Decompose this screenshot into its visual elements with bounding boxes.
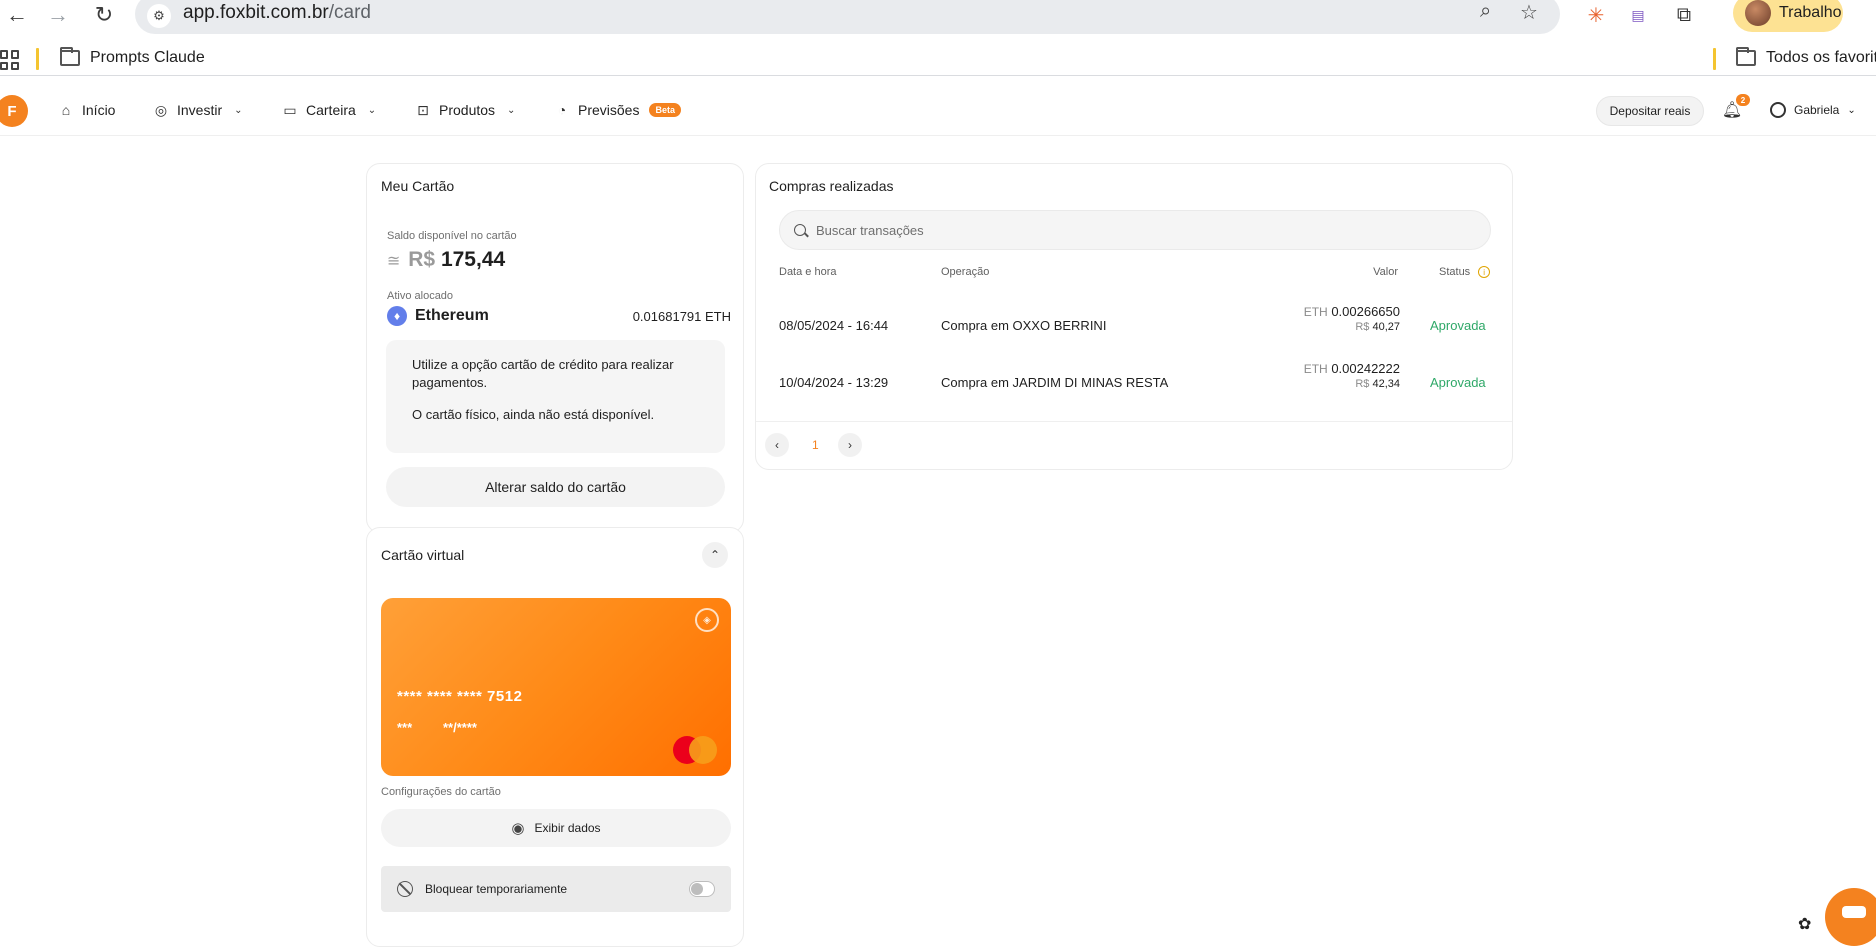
prev-page-icon[interactable]: ‹: [765, 433, 789, 457]
url-text[interactable]: app.foxbit.com.br/card: [183, 2, 371, 24]
cookie-settings-icon[interactable]: ✿: [1798, 914, 1811, 934]
ethereum-icon: ♦: [387, 306, 407, 326]
info-physical-text: O cartão físico, ainda não está disponív…: [412, 407, 655, 422]
products-icon: ⊡: [417, 101, 429, 118]
balance-label: Saldo disponível no cartão: [387, 230, 517, 242]
row-value: ETH 0.00242222 R$ 42,34: [1303, 361, 1400, 390]
zoom-icon[interactable]: ⌕: [1480, 0, 1491, 23]
profile-avatar: [1745, 0, 1771, 26]
pdf-extension-icon[interactable]: ▤: [1624, 2, 1652, 28]
status-badge: Aprovada: [1430, 375, 1486, 390]
row-operation: Compra em JARDIM DI MINAS RESTA: [941, 375, 1169, 390]
chevron-down-icon: ⌄: [367, 104, 377, 116]
bookmarks-bar: Prompts Claude Todos os favoritos: [0, 42, 1876, 76]
profile-button[interactable]: Trabalho: [1733, 0, 1843, 32]
table-row[interactable]: 10/04/2024 - 13:29 Compra em JARDIM DI M…: [756, 359, 1514, 407]
deposit-button[interactable]: Depositar reais: [1596, 96, 1704, 126]
search-bar[interactable]: [779, 210, 1491, 250]
col-status-header: Status i: [1439, 266, 1491, 279]
profile-name: Trabalho: [1779, 4, 1842, 21]
row-value: ETH 0.00266650 R$ 40,27: [1303, 304, 1400, 333]
bookmark-star-icon[interactable]: ☆: [1520, 0, 1538, 25]
card-cvv: ***: [397, 720, 413, 735]
asset-row: ♦ Ethereum 0.01681791 ETH: [387, 306, 731, 326]
eye-icon: ◉: [511, 820, 525, 837]
browser-toolbar: ← → ↻ ⚙ app.foxbit.com.br/card ⌕ ☆ ✳ ▤ ⧉…: [0, 0, 1876, 34]
my-card-title: Meu Cartão: [381, 178, 455, 194]
site-settings-icon[interactable]: ⚙: [147, 4, 171, 28]
bookmark-folder-prompts[interactable]: Prompts Claude: [60, 47, 205, 67]
extensions-puzzle-icon[interactable]: ⧉: [1670, 2, 1698, 28]
asset-label: Ativo alocado: [387, 290, 454, 302]
investir-icon: ◎: [154, 101, 168, 118]
app-header: F ⌂ Início ◎ Investir ⌄ ▭ Carteira ⌄ ⊡ P…: [0, 86, 1876, 136]
row-date: 10/04/2024 - 13:29: [779, 375, 889, 390]
virtual-card-title: Cartão virtual: [381, 547, 465, 563]
block-toggle[interactable]: [689, 881, 715, 897]
chat-support-icon[interactable]: [1825, 888, 1876, 946]
col-date-header: Data e hora: [779, 266, 837, 278]
table-divider: [756, 421, 1512, 422]
asset-amount: 0.01681791 ETH: [632, 308, 731, 324]
user-menu[interactable]: Gabriela ⌄: [1770, 102, 1856, 118]
user-icon: [1770, 102, 1786, 118]
foxbit-logo[interactable]: F: [0, 95, 28, 127]
card-expiry: **/****: [443, 720, 477, 735]
forecast-icon: ◔: [557, 102, 567, 118]
beta-badge: Beta: [649, 103, 681, 117]
asset-name: Ethereum: [415, 307, 489, 324]
virtual-card-panel: Cartão virtual ⌃ ◈ **** **** **** 7512 *…: [366, 527, 744, 947]
balance-value: ≅ R$ 175,44: [387, 248, 506, 271]
info-credit-text: Utilize a opção cartão de crédito para r…: [412, 357, 674, 390]
foxbit-card-logo-icon: ◈: [695, 608, 719, 632]
card-info-box: Utilize a opção cartão de crédito para r…: [386, 340, 725, 453]
block-label: Bloquear temporariamente: [425, 882, 568, 896]
apps-grid-icon[interactable]: [0, 50, 20, 70]
card-settings-label: Configurações do cartão: [381, 786, 501, 798]
purchases-title: Compras realizadas: [769, 178, 894, 194]
row-operation: Compra em OXXO BERRINI: [941, 318, 1107, 333]
next-page-icon[interactable]: ›: [838, 433, 862, 457]
show-data-button[interactable]: ◉ Exibir dados: [381, 809, 731, 847]
info-icon[interactable]: i: [1478, 266, 1491, 279]
nav-previsoes[interactable]: ◔ Previsões Beta: [554, 102, 681, 118]
bookmark-separator: [36, 48, 39, 70]
nav-carteira[interactable]: ▭ Carteira ⌄: [282, 101, 377, 119]
table-row[interactable]: 08/05/2024 - 16:44 Compra em OXXO BERRIN…: [756, 302, 1514, 350]
row-date: 08/05/2024 - 16:44: [779, 318, 889, 333]
change-balance-button[interactable]: Alterar saldo do cartão: [386, 467, 725, 507]
col-value-header: Valor: [1373, 266, 1398, 278]
search-icon: [794, 224, 806, 236]
block-icon: [397, 881, 413, 897]
notification-badge: 2: [1736, 94, 1750, 106]
back-icon[interactable]: ←: [0, 0, 34, 30]
nav-inicio[interactable]: ⌂ Início: [58, 102, 116, 118]
search-input[interactable]: [816, 222, 1416, 238]
folder-icon: [60, 47, 80, 66]
current-page-number[interactable]: 1: [812, 438, 819, 452]
my-card-panel: Meu Cartão Saldo disponível no cartão ≅ …: [366, 163, 744, 533]
block-card-row[interactable]: Bloquear temporariamente: [381, 866, 731, 912]
bookmark-separator: [1713, 48, 1716, 70]
bookmark-folder-all[interactable]: Todos os favoritos: [1736, 47, 1876, 67]
chevron-down-icon: ⌄: [507, 104, 516, 116]
nav-investir[interactable]: ◎ Investir ⌄: [153, 101, 243, 119]
wallet-icon: ▭: [283, 101, 297, 118]
mastercard-logo-icon: [673, 736, 717, 764]
chevron-up-icon[interactable]: ⌃: [702, 542, 728, 568]
home-icon: ⌂: [61, 102, 71, 118]
nav-produtos[interactable]: ⊡ Produtos ⌄: [415, 101, 516, 119]
col-operation-header: Operação: [941, 266, 990, 278]
folder-icon: [1736, 47, 1756, 66]
chevron-down-icon: ⌄: [234, 104, 243, 116]
forward-icon[interactable]: →: [41, 0, 75, 30]
card-number: **** **** **** 7512: [397, 688, 523, 705]
chevron-down-icon: ⌄: [1847, 104, 1856, 116]
purchases-panel: Compras realizadas Data e hora Operação …: [755, 163, 1513, 470]
reload-icon[interactable]: ↻: [87, 0, 121, 30]
virtual-credit-card: ◈ **** **** **** 7512 *** **/****: [381, 598, 731, 776]
claude-extension-icon[interactable]: ✳: [1582, 2, 1610, 28]
status-badge: Aprovada: [1430, 318, 1486, 333]
address-bar[interactable]: ⚙ app.foxbit.com.br/card ⌕ ☆: [135, 0, 1560, 34]
